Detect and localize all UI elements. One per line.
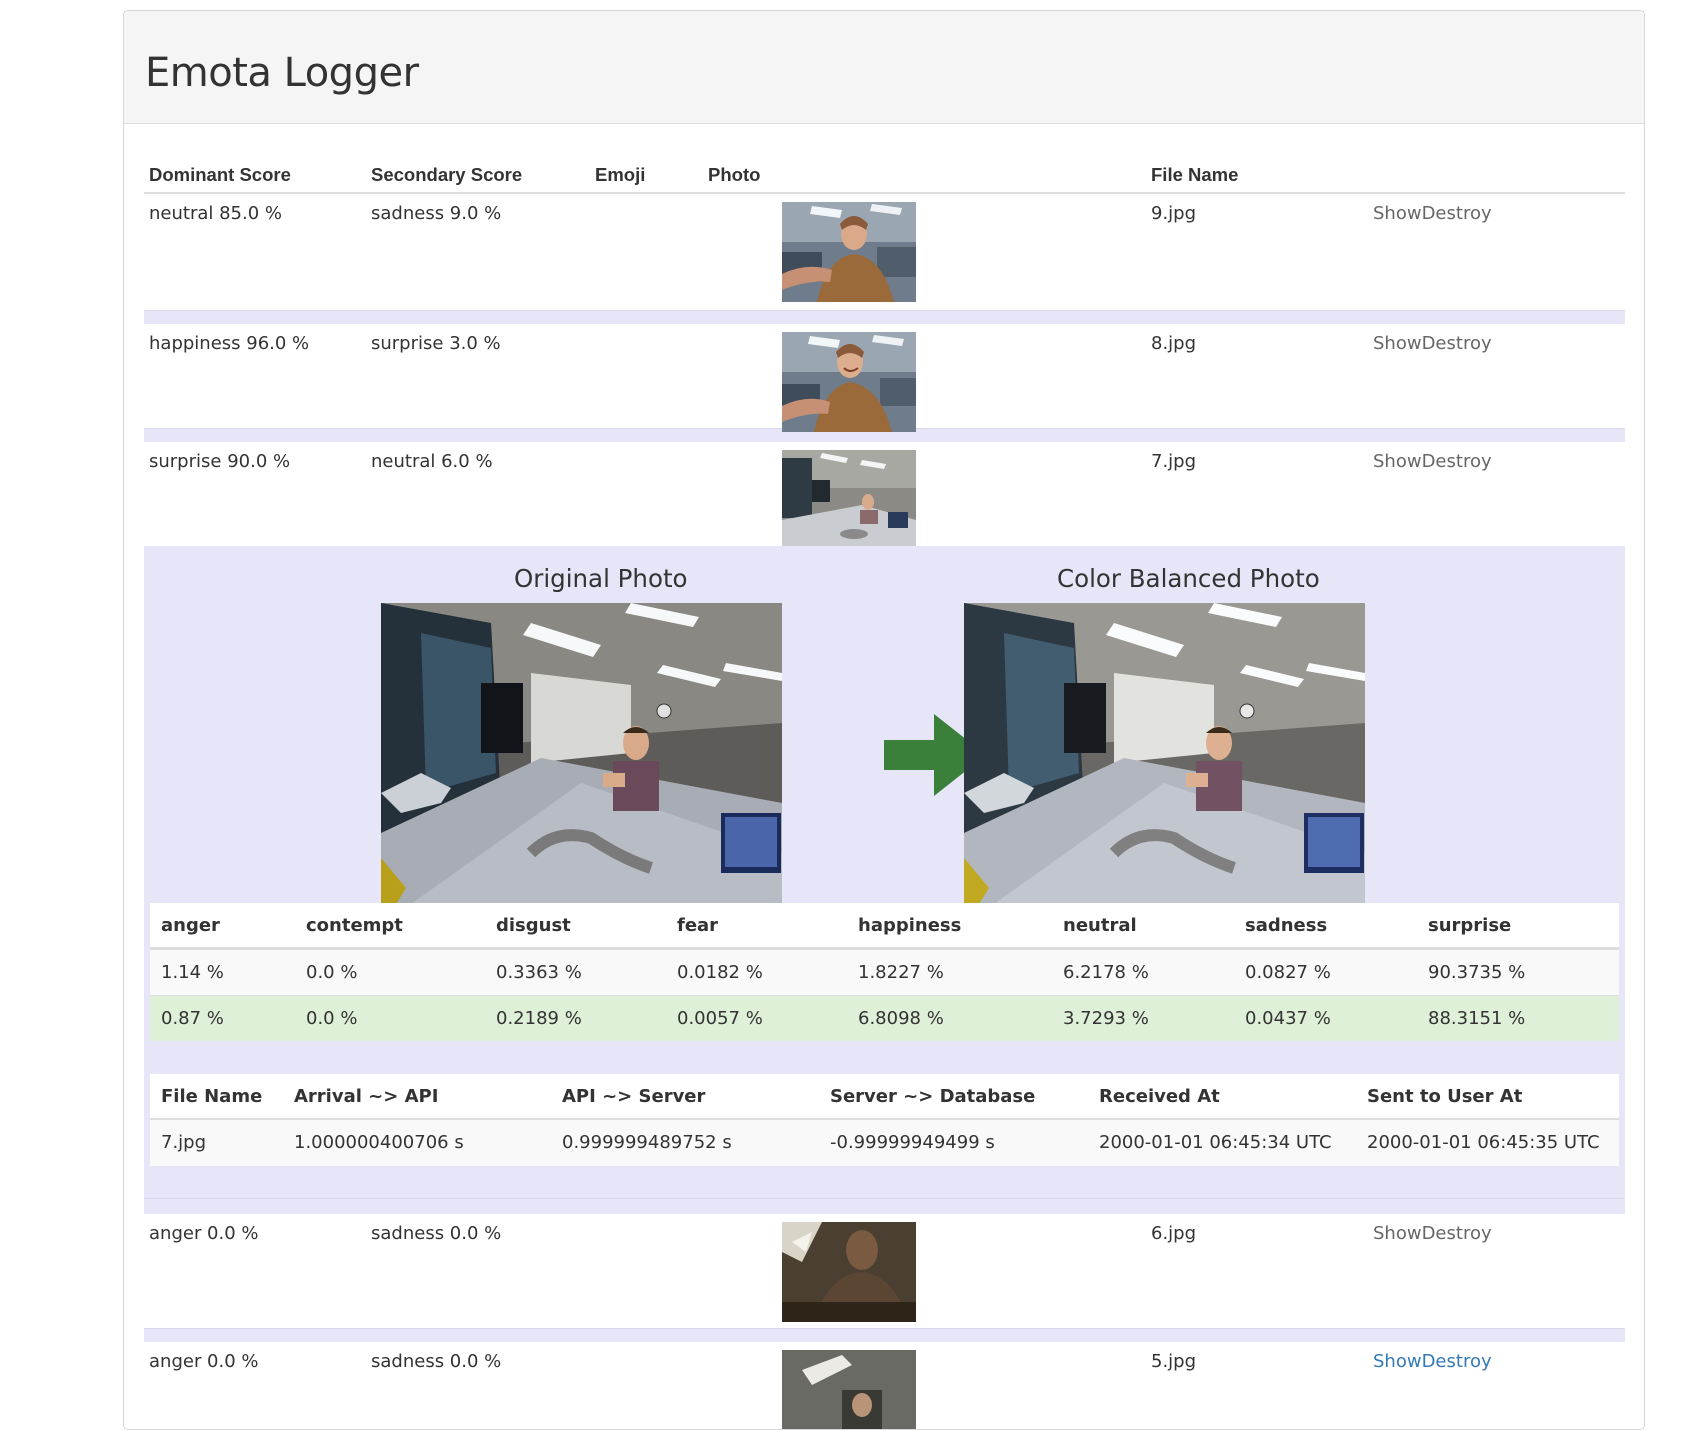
emotion-value: 88.3151 % (1428, 1008, 1526, 1029)
header-emoji: Emoji (595, 164, 646, 185)
table-row: anger 0.0 % sadness 0.0 % 5.jpg ShowDest… (144, 1342, 1625, 1429)
table-row: anger 0.0 % sadness 0.0 % 6.jpg ShowDest… (144, 1214, 1625, 1328)
timing-table: File Name Arrival ~> API API ~> Server S… (150, 1074, 1619, 1166)
emotion-header: happiness (858, 915, 962, 936)
timing-value: 1.000000400706 s (294, 1132, 464, 1153)
header-dominant: Dominant Score (149, 164, 291, 185)
timing-row: 7.jpg 1.000000400706 s 0.999999489752 s … (150, 1120, 1619, 1166)
table-row: surprise 90.0 % neutral 6.0 % 7.jpg Show… (144, 442, 1625, 550)
photo-thumbnail[interactable] (782, 450, 916, 550)
file-name: 8.jpg (1151, 333, 1197, 354)
emotion-value: 1.8227 % (858, 962, 944, 983)
emotion-value: 0.0 % (306, 1008, 358, 1029)
emotion-header: neutral (1063, 915, 1137, 936)
row-separator (144, 310, 1625, 324)
emotion-table: anger contempt disgust fear happiness ne… (150, 903, 1619, 1041)
timing-value: -0.99999949499 s (830, 1132, 995, 1153)
balanced-photo-caption: Color Balanced Photo (1057, 564, 1320, 593)
show-destroy-link[interactable]: ShowDestroy (1373, 1351, 1492, 1372)
main-panel: Emota Logger Dominant Score Secondary Sc… (123, 10, 1645, 1430)
timing-header: API ~> Server (562, 1086, 706, 1107)
table-row: happiness 96.0 % surprise 3.0 % 8.jpg Sh… (144, 324, 1625, 432)
secondary-score: surprise 3.0 % (371, 333, 501, 354)
emotion-header: sadness (1245, 915, 1328, 936)
balanced-photo (964, 603, 1365, 904)
timing-value: 2000-01-01 06:45:35 UTC (1367, 1132, 1600, 1153)
table-header: Dominant Score Secondary Score Emoji Pho… (144, 141, 1625, 194)
dominant-score: neutral 85.0 % (149, 203, 283, 224)
secondary-score: sadness 0.0 % (371, 1223, 502, 1244)
timing-header: Server ~> Database (830, 1086, 1036, 1107)
emotion-value: 3.7293 % (1063, 1008, 1149, 1029)
secondary-score: sadness 9.0 % (371, 203, 502, 224)
timing-value: 0.999999489752 s (562, 1132, 732, 1153)
emotion-value: 0.3363 % (496, 962, 582, 983)
photo-thumbnail[interactable] (782, 202, 916, 302)
emotion-value: 6.8098 % (858, 1008, 944, 1029)
emotion-header: contempt (306, 915, 403, 936)
file-name: 9.jpg (1151, 203, 1197, 224)
dominant-score: anger 0.0 % (149, 1351, 259, 1372)
show-destroy-link[interactable]: ShowDestroy (1373, 1223, 1492, 1244)
emotion-value: 0.0182 % (677, 962, 763, 983)
header-photo: Photo (708, 164, 761, 185)
timing-header: Arrival ~> API (294, 1086, 439, 1107)
original-photo-caption: Original Photo (514, 564, 688, 593)
timing-value: 2000-01-01 06:45:34 UTC (1099, 1132, 1332, 1153)
emotion-balanced-row: 0.87 % 0.0 % 0.2189 % 0.0057 % 6.8098 % … (150, 995, 1619, 1041)
photo-thumbnail[interactable] (782, 1350, 916, 1429)
emotion-header: anger (161, 915, 220, 936)
photo-thumbnail[interactable] (782, 1222, 916, 1322)
panel-heading: Emota Logger (124, 11, 1644, 124)
emotion-value: 0.0827 % (1245, 962, 1331, 983)
file-name: 7.jpg (1151, 451, 1197, 472)
secondary-score: neutral 6.0 % (371, 451, 493, 472)
emotion-value: 6.2178 % (1063, 962, 1149, 983)
timing-header: File Name (161, 1086, 263, 1107)
photo-thumbnail[interactable] (782, 332, 916, 432)
timing-header: Sent to User At (1367, 1086, 1523, 1107)
emotion-value: 0.2189 % (496, 1008, 582, 1029)
emotion-header: disgust (496, 915, 571, 936)
emotion-value: 0.87 % (161, 1008, 224, 1029)
file-name: 5.jpg (1151, 1351, 1197, 1372)
dominant-score: happiness 96.0 % (149, 333, 310, 354)
emotion-original-row: 1.14 % 0.0 % 0.3363 % 0.0182 % 1.8227 % … (150, 949, 1619, 995)
row-separator (144, 1328, 1625, 1342)
emotion-header: surprise (1428, 915, 1512, 936)
show-destroy-link[interactable]: ShowDestroy (1373, 203, 1492, 224)
timing-header: Received At (1099, 1086, 1220, 1107)
log-table: Dominant Score Secondary Score Emoji Pho… (144, 141, 1625, 1429)
show-destroy-link[interactable]: ShowDestroy (1373, 451, 1492, 472)
timing-header-row: File Name Arrival ~> API API ~> Server S… (150, 1074, 1619, 1120)
header-file-name: File Name (1151, 164, 1239, 185)
row-separator (144, 1198, 1625, 1214)
show-destroy-link[interactable]: ShowDestroy (1373, 333, 1492, 354)
emotion-value: 90.3735 % (1428, 962, 1526, 983)
detail-panel: Original Photo Color Balanced Photo ange… (144, 546, 1625, 1198)
emotion-header-row: anger contempt disgust fear happiness ne… (150, 903, 1619, 949)
emotion-header: fear (677, 915, 719, 936)
emotion-value: 0.0 % (306, 962, 358, 983)
table-row: neutral 85.0 % sadness 9.0 % 9.jpg ShowD (144, 194, 1625, 310)
emotion-value: 1.14 % (161, 962, 224, 983)
dominant-score: anger 0.0 % (149, 1223, 259, 1244)
file-name: 6.jpg (1151, 1223, 1197, 1244)
dominant-score: surprise 90.0 % (149, 451, 291, 472)
original-photo (381, 603, 782, 904)
secondary-score: sadness 0.0 % (371, 1351, 502, 1372)
emotion-value: 0.0437 % (1245, 1008, 1331, 1029)
timing-value: 7.jpg (161, 1132, 207, 1153)
page-title: Emota Logger (145, 50, 419, 96)
emotion-value: 0.0057 % (677, 1008, 763, 1029)
header-secondary: Secondary Score (371, 164, 523, 185)
